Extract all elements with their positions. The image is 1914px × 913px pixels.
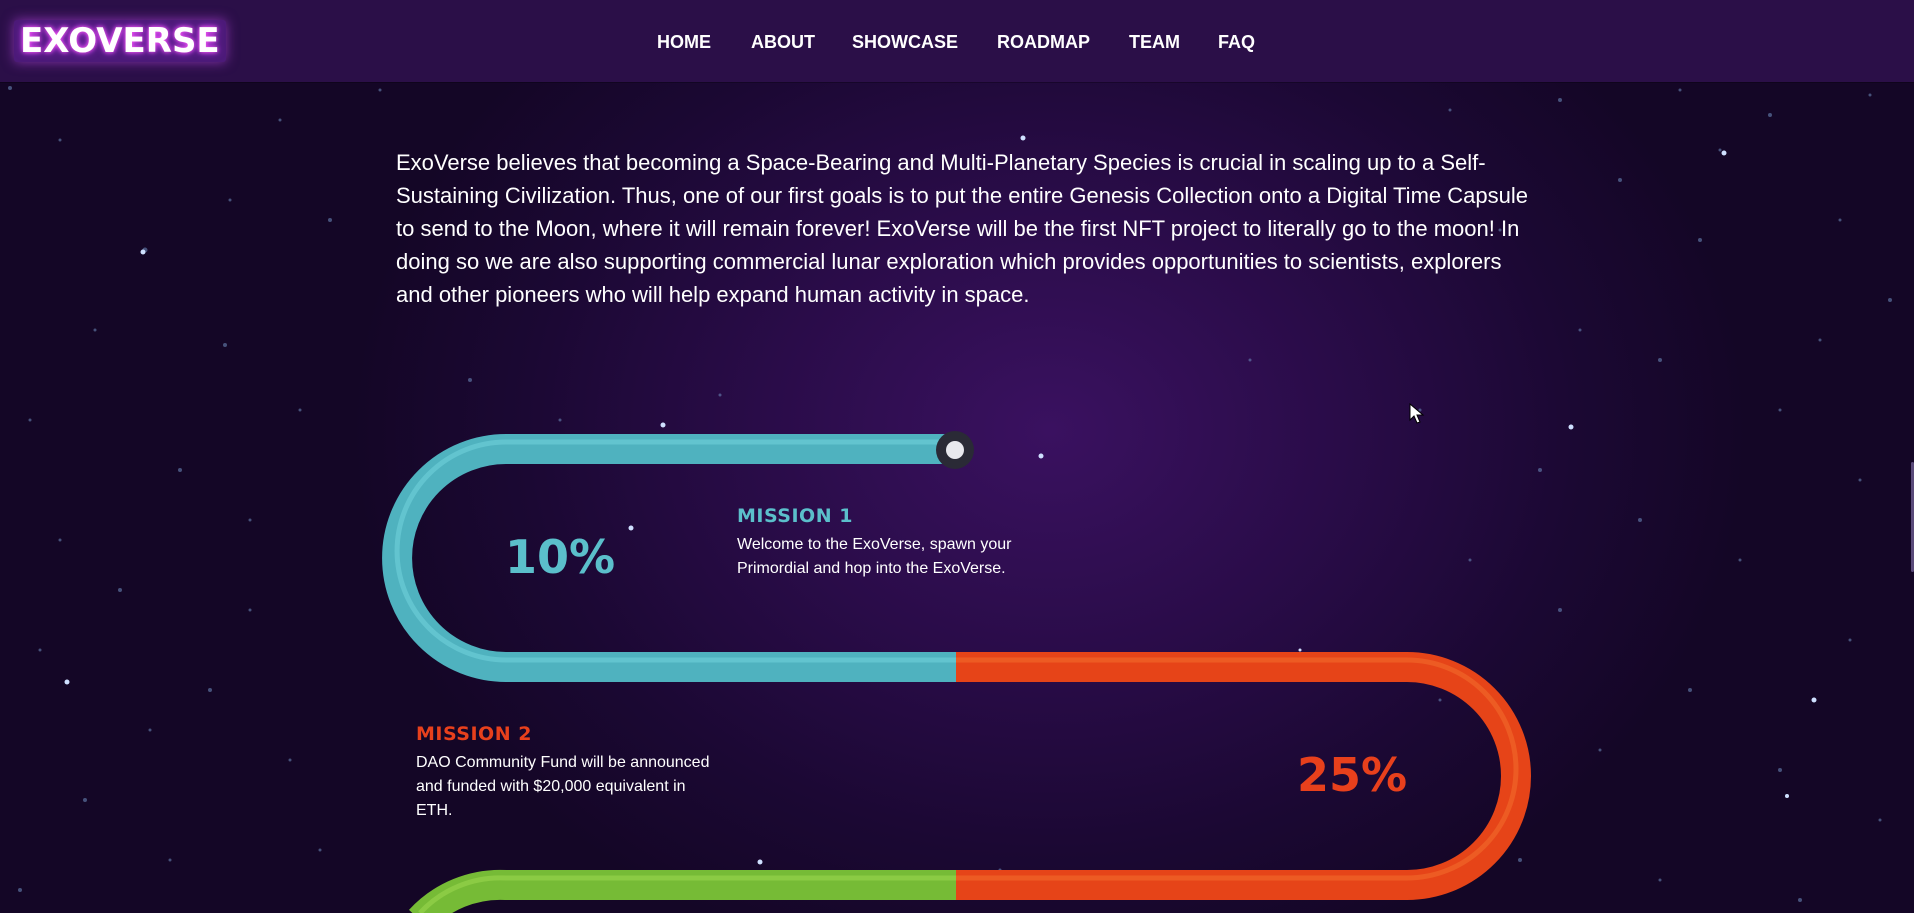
intro-section: ExoVerse believes that becoming a Space-… [396, 146, 1536, 311]
nav-faq-link[interactable]: FAQ [1218, 31, 1255, 53]
nav-home-link[interactable]: HOME [657, 31, 711, 53]
nav-menu: HOME ABOUT SHOWCASE ROADMAP TEAM FAQ [0, 0, 1914, 82]
nav-roadmap-link[interactable]: ROADMAP [997, 31, 1090, 53]
mission-2-percent: 25% [1297, 748, 1408, 802]
top-navbar: EXOVERSE HOME ABOUT SHOWCASE ROADMAP TEA… [0, 0, 1914, 82]
mission-2-description: DAO Community Fund will be announced and… [416, 754, 710, 819]
nav-team-link[interactable]: TEAM [1129, 31, 1180, 53]
mission-2-track [956, 652, 1531, 900]
intro-paragraph: ExoVerse believes that becoming a Space-… [396, 150, 1528, 307]
roadmap-track [382, 431, 1531, 913]
nav-about-link[interactable]: ABOUT [751, 31, 815, 53]
progress-knob [936, 431, 974, 469]
nav-showcase-link[interactable]: SHOWCASE [852, 31, 958, 53]
mission-1-description: Welcome to the ExoVerse, spawn your Prim… [737, 536, 1012, 577]
starfield-background [8, 86, 1892, 902]
mouse-cursor-icon [1409, 403, 1425, 424]
mission-1-percent: 10% [505, 530, 616, 584]
mission-3-track [408, 869, 956, 913]
mission-1-title: MISSION 1 [737, 505, 853, 527]
mission-2-title: MISSION 2 [416, 723, 532, 745]
